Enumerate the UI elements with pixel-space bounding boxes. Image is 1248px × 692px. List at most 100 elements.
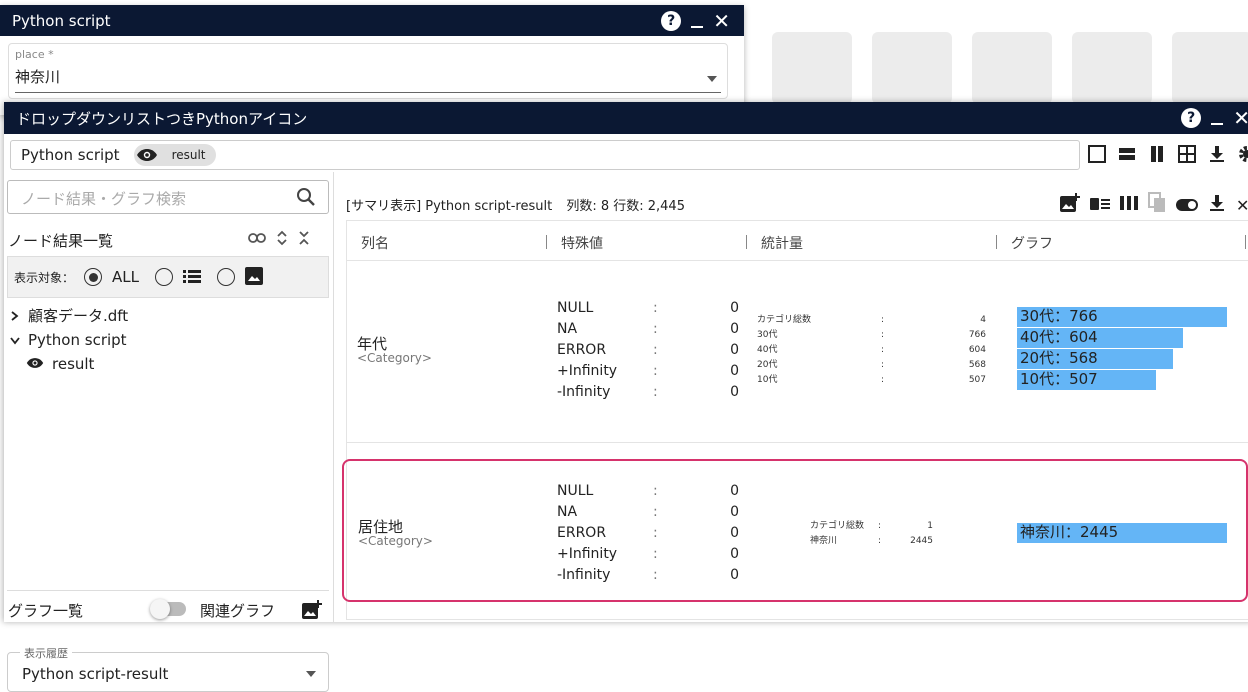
stat-value: 4 [980,315,986,325]
collapse-all-icon[interactable] [298,230,310,250]
summary-title-bar: [サマリ表示] Python script-result 列数: 8 行数: 2… [346,195,685,214]
link-icon[interactable] [248,230,266,250]
placeholder-tile [1172,32,1248,104]
place-value: 神奈川 [15,68,61,86]
bar-graph[interactable]: 神奈川：2445 [1017,523,1227,544]
columns-icon[interactable] [1120,195,1138,215]
vertical-split-icon[interactable] [1147,144,1167,164]
table-row-highlighted[interactable]: 居住地 <Category> NULL:0 NA:0 ERROR:0 +Infi… [342,459,1248,602]
special-key: NA [557,321,578,337]
minimize-icon[interactable] [1211,111,1224,125]
window-title: ドロップダウンリストつきPythonアイコン [16,109,308,128]
chevron-right-icon[interactable] [10,304,20,328]
col-separator [1245,235,1246,249]
result-chip[interactable]: result [133,144,216,166]
stat-value: 2445 [910,536,933,546]
col-separator [546,235,547,249]
bar[interactable]: 40代：604 [1017,328,1183,348]
download-icon[interactable] [1207,144,1227,164]
history-select[interactable]: 表示履歴 Python script-result [7,645,329,692]
special-value: 0 [730,546,739,562]
path-label[interactable]: Python script [21,146,120,164]
toggle-icon[interactable] [1176,196,1198,215]
search-icon[interactable] [296,187,316,211]
special-key: NA [557,504,578,520]
display-filter: 表示対象： ALL [7,256,329,298]
stat-key: 神奈川 [810,536,838,546]
horizontal-split-icon[interactable] [1117,144,1137,164]
card-view-icon[interactable] [1090,196,1110,215]
grid-view-icon[interactable] [1177,144,1197,164]
related-graph-label: 関連グラフ [200,602,276,620]
special-value: 0 [730,483,739,499]
row-count: 行数: 2,445 [613,199,685,214]
special-values: NULL:0 NA:0 ERROR:0 +Infinity:0 -Infinit… [557,481,739,586]
placeholder-tile [772,32,852,104]
stat-value: 604 [968,345,986,355]
history-label: 表示履歴 [20,645,72,661]
gear-icon[interactable] [1237,144,1248,164]
place-select[interactable]: place * 神奈川 [8,43,728,99]
radio-all[interactable] [84,268,103,286]
special-value: 0 [730,504,739,520]
special-value: 0 [730,525,739,541]
copy-icon[interactable] [1148,192,1166,218]
bar[interactable]: 20代：568 [1017,349,1173,369]
special-key: -Infinity [557,567,611,583]
bar[interactable]: 神奈川：2445 [1017,523,1227,543]
help-icon[interactable]: ? [661,10,682,31]
special-key: ERROR [557,525,607,541]
tree-item[interactable]: 顧客データ.dft [10,304,128,328]
special-key: -Infinity [557,384,611,400]
chevron-down-icon[interactable] [306,671,316,677]
add-graph-icon[interactable] [302,600,322,624]
special-value: 0 [730,300,739,316]
dropdown-python-window: ドロップダウンリストつきPythonアイコン ? ✕ Python script… [4,102,1248,692]
bar[interactable]: 10代：507 [1017,370,1156,390]
eye-icon [136,144,158,166]
view-toolbar [1087,144,1248,164]
chip-label: result [171,148,206,162]
node-tree: 顧客データ.dft Python script result [10,304,128,376]
col-header-name: 列名 [361,236,389,252]
add-graph-icon[interactable] [1060,193,1080,217]
tree-item[interactable]: result [10,352,128,376]
col-header-graph: グラフ [1011,236,1053,252]
tree-item-label: result [52,355,95,373]
close-icon[interactable]: ✕ [1236,196,1248,215]
python-script-dialog: Python script ? ✕ place * 神奈川 [0,5,744,115]
bar-graph[interactable]: 30代：766 40代：604 20代：568 10代：507 [1017,307,1227,391]
col-header-stats: 統計量 [761,236,803,252]
tree-item[interactable]: Python script [10,328,128,352]
expand-all-icon[interactable] [276,230,288,250]
table-row[interactable]: 年代 <Category> NULL:0 NA:0 ERROR:0 +Infin… [347,261,1248,443]
close-icon[interactable]: ✕ [713,11,730,31]
radio-table[interactable] [155,268,173,286]
window-titlebar: ドロップダウンリストつきPythonアイコン ? ✕ [4,102,1248,134]
image-icon [245,266,263,288]
single-view-icon[interactable] [1087,144,1107,164]
special-value: 0 [730,363,739,379]
close-icon[interactable]: ✕ [1233,108,1248,128]
special-value: 0 [730,567,739,583]
search-input[interactable]: ノード結果・グラフ検索 [7,180,329,214]
divider [7,590,329,591]
stat-value: 507 [968,375,986,385]
bar[interactable]: 30代：766 [1017,307,1227,327]
chevron-down-icon[interactable] [707,76,717,82]
special-key: NULL [557,300,594,316]
dialog-title: Python script [12,11,111,30]
chevron-down-icon[interactable] [10,328,20,352]
left-panel: ノード結果・グラフ検索 ノード結果一覧 表示対象： ALL 顧客データ.dft [4,172,334,692]
help-icon[interactable]: ? [1181,108,1202,128]
stats-values: カテゴリ総数:4 30代:766 40代:604 20代:568 10代:507 [757,313,986,388]
radio-image[interactable] [217,268,235,286]
stat-value: 568 [968,360,986,370]
minimize-icon[interactable] [691,14,704,28]
stat-key: カテゴリ総数 [757,315,812,325]
stat-value: 1 [927,521,933,531]
column-count: 列数: 8 [566,199,610,214]
download-icon[interactable] [1208,194,1226,216]
path-bar: Python script result [10,140,1080,170]
related-graph-toggle[interactable] [150,599,186,619]
